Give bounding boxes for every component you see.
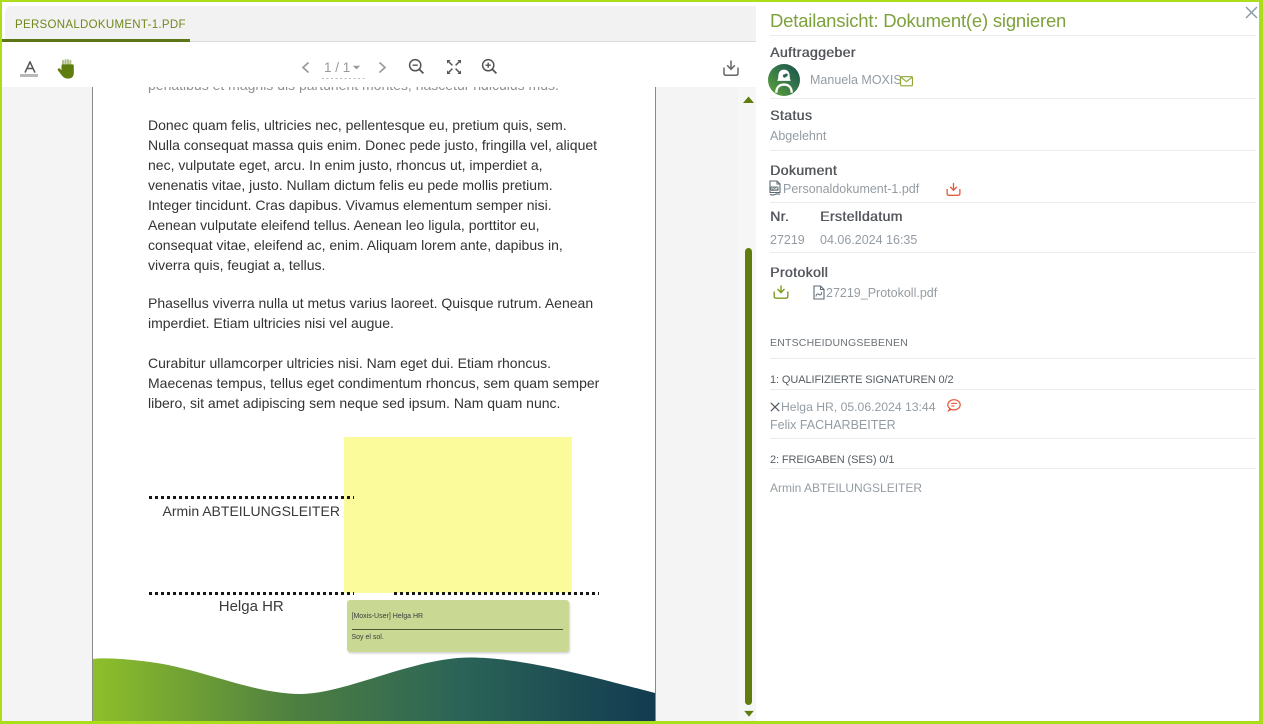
svg-text:PDF: PDF [771,187,778,191]
